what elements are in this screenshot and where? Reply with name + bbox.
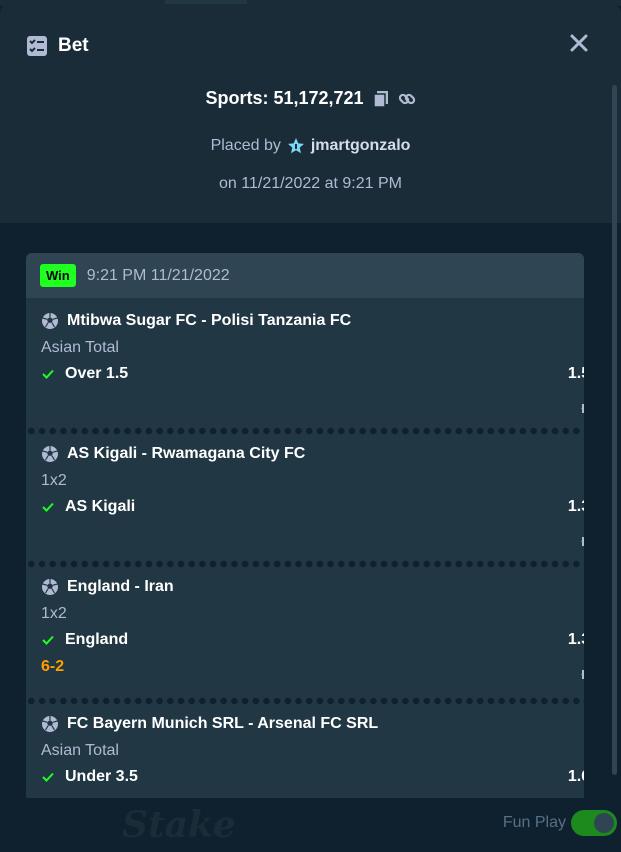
leg-odds: 1.54 bbox=[567, 365, 584, 382]
soccer-ball-icon bbox=[42, 313, 58, 329]
bet-datetime: 9:21 PM 11/21/2022 bbox=[86, 266, 230, 284]
leg-market: 1x2 bbox=[41, 472, 67, 489]
bet-leg: England - Iran 1x2 England 1.37 6-2 bbox=[26, 564, 584, 692]
bet-card-header: Win 9:21 PM 11/21/2022 bbox=[26, 253, 584, 298]
check-icon bbox=[42, 635, 54, 645]
check-icon bbox=[42, 772, 54, 782]
check-icon bbox=[42, 369, 54, 379]
leg-match[interactable]: FC Bayern Munich SRL - Arsenal FC SRL bbox=[41, 715, 378, 733]
leg-market: 1x2 bbox=[41, 605, 67, 622]
modal-title-text: Bet bbox=[58, 35, 89, 56]
fun-play-label: Fun Play bbox=[502, 814, 566, 831]
leg-match-name: FC Bayern Munich SRL - Arsenal FC SRL bbox=[67, 715, 379, 732]
leg-match[interactable]: Mtibwa Sugar FC - Polisi Tanzania FC bbox=[41, 312, 351, 330]
bet-modal: Bet Sports: 51,172,721 Placed by jmartgo… bbox=[0, 5, 621, 798]
soccer-ball-icon bbox=[42, 716, 58, 732]
scrollbar[interactable] bbox=[612, 85, 617, 775]
soccer-ball-icon bbox=[42, 579, 58, 595]
status-badge: Win bbox=[40, 264, 76, 287]
toggle-knob bbox=[594, 813, 614, 833]
leg-odds: 1.65 bbox=[567, 768, 584, 785]
placed-date: on 11/21/2022 at 9:21 PM bbox=[219, 175, 402, 192]
stats-chart-icon[interactable] bbox=[581, 528, 584, 547]
placed-by-label: Placed by bbox=[210, 137, 281, 154]
copy-icon[interactable] bbox=[372, 90, 390, 108]
bet-id: Sports: 51,172,721 bbox=[205, 88, 364, 108]
active-tab-indicator bbox=[165, 0, 247, 4]
stake-logo: Stake bbox=[122, 804, 236, 846]
leg-selection-text: AS Kigali bbox=[65, 498, 136, 515]
stats-chart-icon[interactable] bbox=[581, 395, 584, 414]
leg-odds: 1.36 bbox=[567, 498, 584, 515]
modal-header: Bet Sports: 51,172,721 Placed by jmartgo… bbox=[0, 5, 621, 223]
leg-market: Asian Total bbox=[41, 742, 119, 759]
betslip-icon bbox=[27, 36, 47, 56]
leg-market: Asian Total bbox=[41, 339, 119, 356]
leg-match-name: Mtibwa Sugar FC - Polisi Tanzania FC bbox=[67, 312, 352, 329]
username-link[interactable]: jmartgonzalo bbox=[311, 137, 411, 155]
stats-chart-icon[interactable] bbox=[581, 661, 584, 680]
leg-selection-text: Over 1.5 bbox=[65, 365, 129, 382]
leg-score: 6-2 bbox=[41, 658, 65, 675]
bet-id-row: Sports: 51,172,721 bbox=[0, 88, 621, 109]
bet-leg: AS Kigali - Rwamagana City FC 1x2 AS Kig… bbox=[26, 431, 584, 559]
leg-selection-text: Under 3.5 bbox=[65, 768, 138, 785]
leg-match[interactable]: AS Kigali - Rwamagana City FC bbox=[41, 445, 305, 463]
leg-match-name: AS Kigali - Rwamagana City FC bbox=[67, 445, 306, 462]
leg-selection: England bbox=[41, 631, 128, 649]
footer-bar: Stake Fun Play bbox=[0, 798, 621, 852]
leg-match-name: England - Iran bbox=[67, 578, 174, 595]
leg-match[interactable]: England - Iran bbox=[41, 578, 174, 596]
check-icon bbox=[42, 502, 54, 512]
close-icon[interactable] bbox=[569, 33, 589, 53]
leg-selection: Over 1.5 bbox=[41, 365, 128, 383]
bet-leg: Mtibwa Sugar FC - Polisi Tanzania FC Asi… bbox=[26, 298, 584, 426]
leg-odds: 1.37 bbox=[567, 631, 584, 648]
fun-play-toggle[interactable] bbox=[571, 810, 617, 836]
soccer-ball-icon bbox=[42, 446, 58, 462]
leg-selection-text: England bbox=[65, 631, 129, 648]
bet-leg: FC Bayern Munich SRL - Arsenal FC SRL As… bbox=[26, 701, 584, 798]
leg-selection: Under 3.5 bbox=[41, 768, 138, 786]
vip-star-icon bbox=[287, 138, 304, 154]
link-icon[interactable] bbox=[398, 90, 416, 108]
leg-selection: AS Kigali bbox=[41, 498, 135, 516]
modal-title: Bet bbox=[26, 35, 89, 57]
placed-by-row: Placed by jmartgonzalo bbox=[0, 137, 621, 155]
bet-card: Win 9:21 PM 11/21/2022 Mtibwa Sugar FC -… bbox=[26, 253, 584, 798]
